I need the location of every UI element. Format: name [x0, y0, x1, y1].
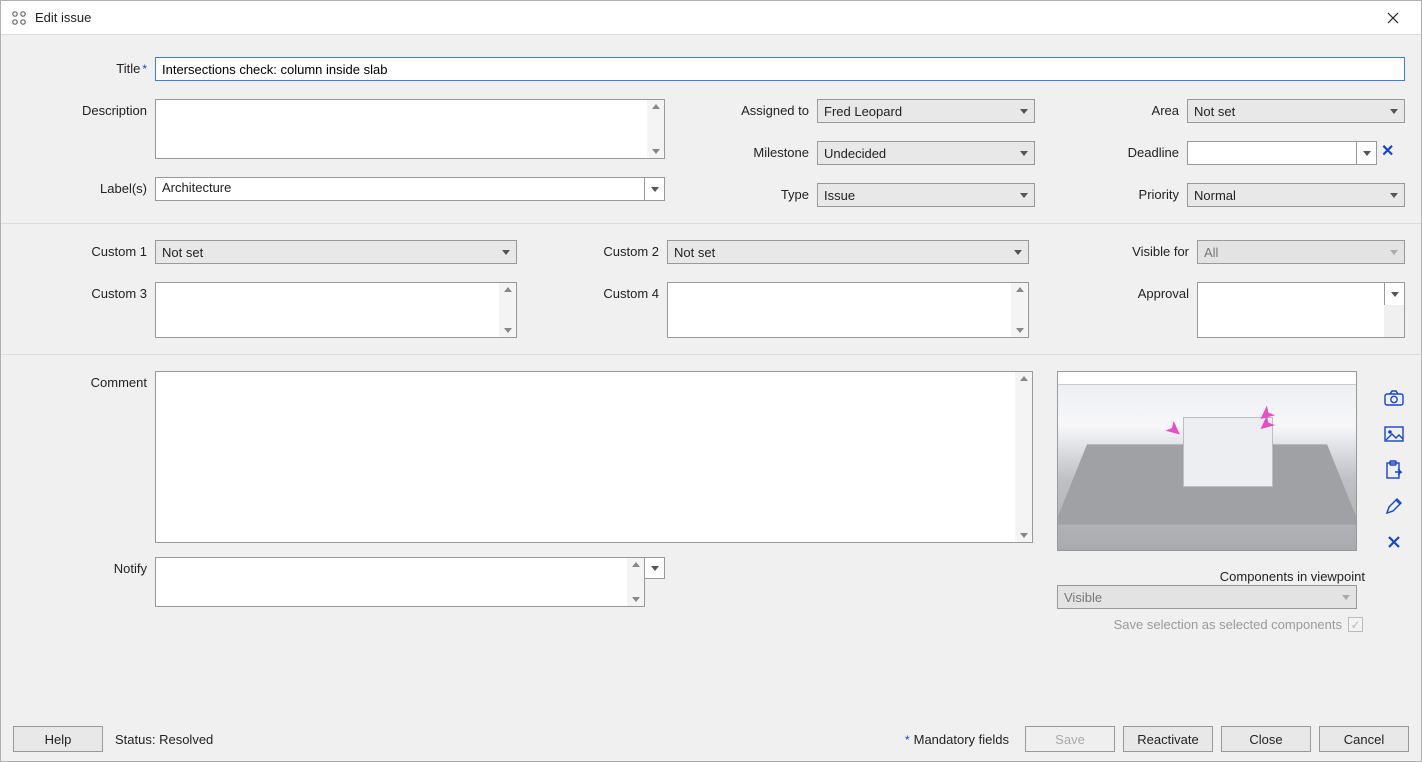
deadline-input[interactable]	[1187, 141, 1377, 165]
comment-input[interactable]	[155, 371, 1033, 543]
pencil-icon[interactable]	[1383, 495, 1405, 517]
scrollbar[interactable]	[1015, 372, 1032, 542]
area-combo[interactable]: Not set	[1187, 99, 1405, 123]
custom2-combo[interactable]: Not set	[667, 240, 1029, 264]
assigned-label: Assigned to	[687, 99, 817, 118]
chevron-down-icon	[1014, 250, 1022, 255]
labels-combo[interactable]: Architecture	[155, 177, 665, 201]
window-title: Edit issue	[35, 10, 1373, 25]
chevron-down-icon	[502, 250, 510, 255]
scrollbar[interactable]	[1011, 283, 1028, 337]
comment-label: Comment	[17, 371, 155, 390]
app-icon	[11, 10, 27, 26]
viewpoint-thumbnail[interactable]: ➤ ➤ ➤	[1057, 371, 1357, 551]
image-icon[interactable]	[1383, 423, 1405, 445]
delete-viewpoint-icon[interactable]	[1383, 531, 1405, 553]
paste-icon[interactable]	[1383, 459, 1405, 481]
camera-icon[interactable]	[1383, 387, 1405, 409]
approval-label: Approval	[1077, 282, 1197, 301]
labels-label: Label(s)	[17, 177, 155, 196]
custom1-combo[interactable]: Not set	[155, 240, 517, 264]
chevron-down-icon	[1342, 595, 1350, 600]
type-label: Type	[687, 183, 817, 202]
custom4-input[interactable]	[667, 282, 1029, 338]
scrollbar[interactable]	[647, 100, 664, 158]
visible-for-combo: All	[1197, 240, 1405, 264]
milestone-label: Milestone	[687, 141, 817, 160]
save-selection-label: Save selection as selected components	[1114, 617, 1342, 632]
cancel-button[interactable]: Cancel	[1319, 726, 1409, 752]
notify-label: Notify	[17, 557, 155, 576]
notify-dropdown-button[interactable]	[645, 557, 665, 579]
chevron-down-icon	[1390, 193, 1398, 198]
dialog-footer: Help Status: Resolved *Mandatory fields …	[1, 717, 1421, 761]
save-selection-checkbox: ✓	[1348, 617, 1363, 632]
title-label: Title*	[17, 57, 155, 76]
mandatory-fields-hint: *Mandatory fields	[903, 732, 1009, 747]
status-label: Status: Resolved	[115, 732, 213, 747]
window-close-button[interactable]	[1373, 1, 1413, 34]
components-combo: Visible	[1057, 585, 1357, 609]
dialog-body: Title* Description Label(s) Architecture	[1, 35, 1421, 632]
approval-input[interactable]	[1197, 282, 1405, 338]
chevron-down-icon[interactable]	[644, 178, 664, 200]
chevron-down-icon	[1020, 193, 1028, 198]
visible-for-label: Visible for	[1077, 240, 1197, 259]
title-bar: Edit issue	[1, 1, 1421, 35]
description-label: Description	[17, 99, 155, 118]
clear-deadline-button[interactable]: ✕	[1377, 141, 1398, 161]
assigned-combo[interactable]: Fred Leopard	[817, 99, 1035, 123]
custom2-label: Custom 2	[547, 240, 667, 259]
deadline-label: Deadline	[1067, 141, 1187, 160]
area-label: Area	[1067, 99, 1187, 118]
custom1-label: Custom 1	[17, 240, 155, 259]
reactivate-button[interactable]: Reactivate	[1123, 726, 1213, 752]
chevron-down-icon[interactable]	[1384, 283, 1404, 305]
chevron-down-icon[interactable]	[1356, 142, 1376, 164]
save-button: Save	[1025, 726, 1115, 752]
custom3-label: Custom 3	[17, 282, 155, 301]
priority-combo[interactable]: Normal	[1187, 183, 1405, 207]
chevron-down-icon	[1020, 109, 1028, 114]
chevron-down-icon	[1390, 109, 1398, 114]
chevron-down-icon	[1390, 250, 1398, 255]
components-label: Components in viewpoint	[1057, 565, 1373, 584]
title-input[interactable]	[155, 57, 1405, 81]
scrollbar[interactable]	[499, 283, 516, 337]
help-button[interactable]: Help	[13, 726, 103, 752]
priority-label: Priority	[1067, 183, 1187, 202]
custom4-label: Custom 4	[547, 282, 667, 301]
chevron-down-icon	[1020, 151, 1028, 156]
milestone-combo[interactable]: Undecided	[817, 141, 1035, 165]
close-button[interactable]: Close	[1221, 726, 1311, 752]
custom3-input[interactable]	[155, 282, 517, 338]
description-input[interactable]	[155, 99, 665, 159]
type-combo[interactable]: Issue	[817, 183, 1035, 207]
